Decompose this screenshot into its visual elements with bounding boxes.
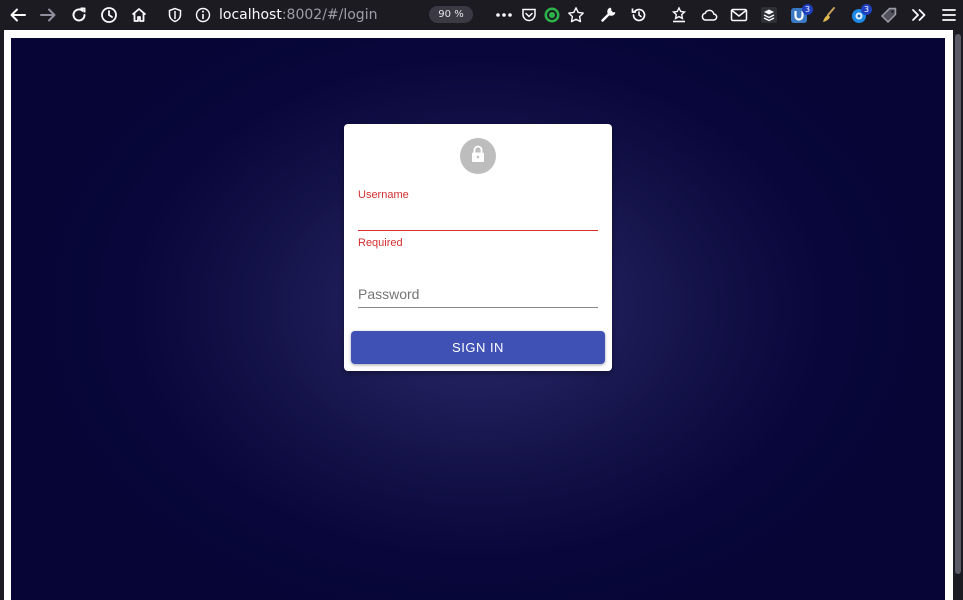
browser-toolbar: localhost:8002/#/login 90 % 3 3: [0, 0, 963, 30]
browser-viewport: Username Required Password SIGN IN: [4, 30, 953, 600]
login-page-background: Username Required Password SIGN IN: [11, 38, 945, 600]
cloud-icon[interactable]: [698, 4, 720, 26]
avatar: [460, 138, 496, 174]
url-text[interactable]: localhost:8002/#/login: [219, 6, 377, 24]
password-underline: [358, 307, 598, 308]
url-path: :8002/#/login: [281, 7, 378, 23]
pocket-icon[interactable]: [518, 4, 540, 26]
scrollbar-thumb[interactable]: [955, 34, 961, 574]
site-info-icon[interactable]: [192, 4, 214, 26]
layers-stack-icon[interactable]: [758, 4, 780, 26]
username-label: Username: [358, 189, 409, 201]
broom-extension-icon[interactable]: [818, 4, 840, 26]
login-card: Username Required Password SIGN IN: [344, 124, 612, 371]
home-icon[interactable]: [128, 4, 150, 26]
shield-icon[interactable]: [164, 4, 186, 26]
lock-icon: [470, 145, 486, 167]
sign-in-button[interactable]: SIGN IN: [351, 331, 605, 364]
bookmark-star-icon[interactable]: [565, 4, 587, 26]
restore-history-icon[interactable]: [628, 4, 650, 26]
back-arrow-icon[interactable]: [7, 4, 29, 26]
extension-badge-count: 3: [861, 4, 872, 15]
extension-badge-count: 3: [802, 4, 813, 15]
wrench-icon[interactable]: [597, 4, 619, 26]
page-actions-icon[interactable]: [493, 4, 515, 26]
username-required-helper: Required: [358, 237, 403, 249]
username-input[interactable]: [358, 207, 598, 229]
green-target-extension-icon[interactable]: [541, 4, 563, 26]
mail-icon[interactable]: [728, 4, 750, 26]
reload-icon[interactable]: [68, 4, 90, 26]
forward-arrow-icon[interactable]: [37, 4, 59, 26]
username-underline: [358, 230, 598, 231]
zoom-level-badge[interactable]: 90 %: [429, 6, 473, 23]
star-tray-icon[interactable]: [668, 4, 690, 26]
history-clock-icon[interactable]: [98, 4, 120, 26]
tag-extension-icon[interactable]: [878, 4, 900, 26]
shield-u-extension-icon[interactable]: 3: [788, 4, 813, 26]
overflow-chevrons-icon[interactable]: [908, 4, 930, 26]
page-scrollbar[interactable]: [953, 30, 963, 600]
url-host: localhost: [219, 7, 282, 23]
hamburger-menu-icon[interactable]: [938, 4, 960, 26]
blue-circle-extension-icon[interactable]: 3: [848, 4, 872, 26]
password-input[interactable]: [358, 284, 598, 306]
